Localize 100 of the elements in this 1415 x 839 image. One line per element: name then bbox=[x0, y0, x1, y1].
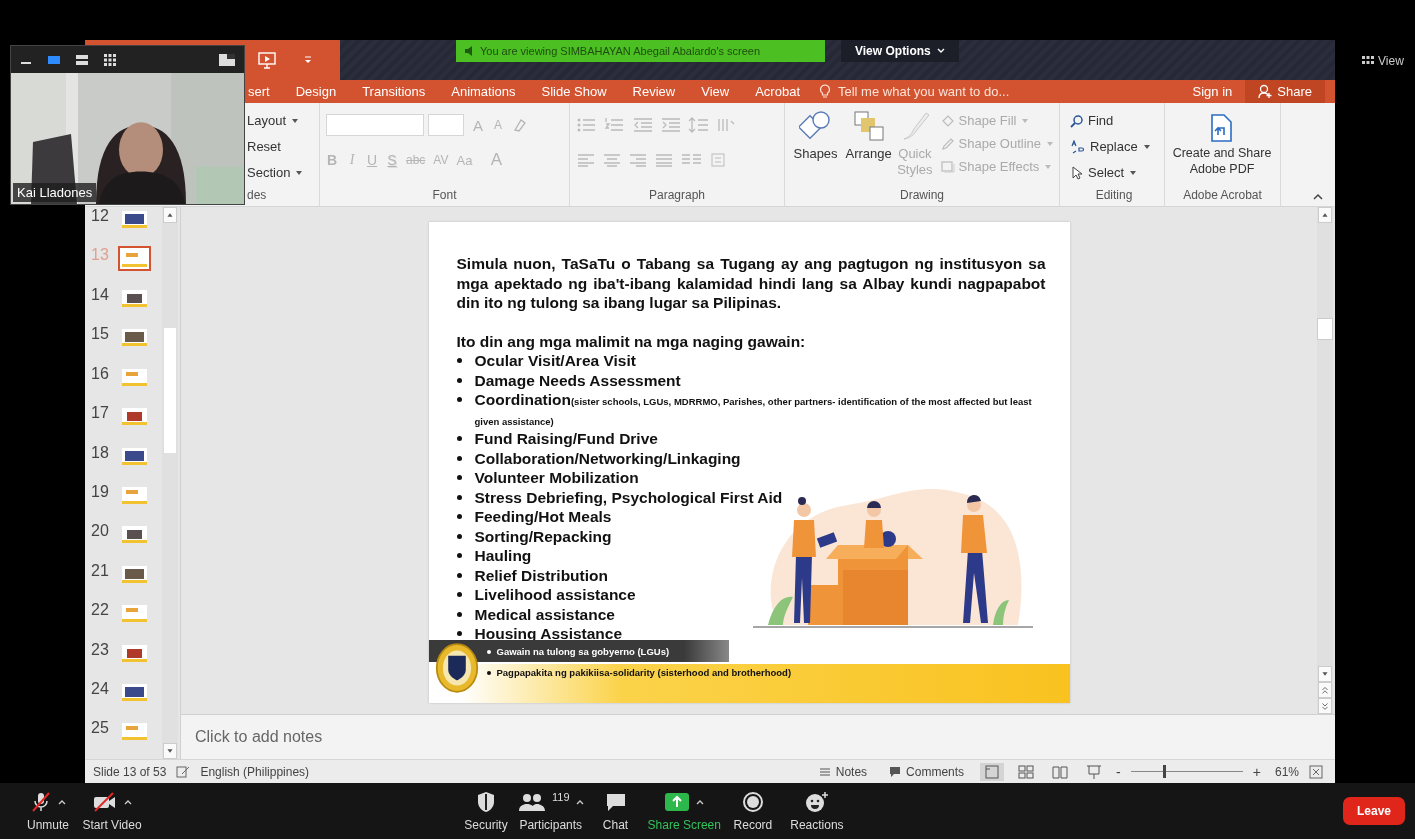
slide-thumbnail[interactable] bbox=[118, 246, 151, 272]
toolbar-button[interactable]: Start Video bbox=[80, 790, 144, 832]
scroll-thumb[interactable] bbox=[1317, 318, 1333, 340]
bullet-item: Relief Distribution bbox=[474, 565, 608, 585]
ribbon-tab[interactable]: Animations bbox=[438, 80, 529, 103]
ribbon-tab[interactable]: Acrobat bbox=[742, 80, 813, 103]
ribbon-tab[interactable]: Design bbox=[282, 80, 350, 103]
grid-view-icon bbox=[1362, 56, 1374, 66]
create-pdf-button[interactable]: Create and Share Adobe PDF bbox=[1165, 109, 1279, 188]
slideshow-icon[interactable] bbox=[257, 51, 277, 69]
ribbon-button[interactable]: Replace bbox=[1070, 135, 1158, 158]
caret-icon bbox=[296, 170, 303, 175]
sign-in-link[interactable]: Sign in bbox=[1179, 80, 1246, 103]
bullet-icon bbox=[456, 572, 462, 578]
strip-view-icon[interactable] bbox=[75, 52, 89, 67]
banner-text: You are viewing SIMBAHAYAN Abegail Abalardo's screen bbox=[480, 45, 761, 57]
bullet-icon bbox=[456, 436, 462, 441]
toolbar-button[interactable]: Reactions bbox=[784, 790, 849, 832]
scroll-up-icon[interactable] bbox=[163, 207, 177, 223]
comments-button[interactable]: Comments bbox=[883, 764, 971, 779]
chevron-down-icon bbox=[936, 48, 945, 54]
slide-number: 22 bbox=[91, 601, 110, 620]
ribbon-tab[interactable]: Review bbox=[619, 80, 689, 103]
bullet-item: Feeding/Hot Meals bbox=[474, 507, 612, 527]
bullet-icon bbox=[456, 533, 462, 539]
group-label: Editing bbox=[1094, 188, 1134, 204]
ribbon-tab[interactable]: Slide Show bbox=[528, 80, 620, 103]
pdf-share-icon bbox=[1209, 113, 1235, 143]
share-button[interactable]: Share bbox=[1245, 80, 1325, 103]
toolbar-button[interactable]: Chat bbox=[583, 790, 648, 832]
bullet-icon bbox=[456, 358, 462, 363]
scrollbar[interactable] bbox=[1317, 207, 1333, 714]
tell-me-field[interactable]: Tell me what you want to do... bbox=[836, 83, 1140, 100]
speaker-icon bbox=[464, 46, 474, 56]
ribbon-button[interactable]: Arrange bbox=[844, 109, 894, 188]
notes-field[interactable]: Click to add notes bbox=[193, 727, 497, 747]
slide-paragraph: Simula nuon, TaSaTu o Tabang sa Tugang ay ang pagtugon ng institusyon sa mga apektado ng iba't-ibang kalamidad hindi lang sa Albay kundi nagpapabot din ito ng tulong sa ibang lugar sa Pilipinas. bbox=[456, 254, 1046, 313]
language-label[interactable]: English (Philippines) bbox=[200, 764, 310, 779]
pop-out-icon[interactable] bbox=[218, 52, 236, 67]
ribbon-tab[interactable]: View bbox=[688, 80, 743, 103]
lightbulb-icon bbox=[819, 84, 831, 99]
notes-button[interactable]: Notes bbox=[812, 764, 874, 779]
zoom-in-button[interactable]: + bbox=[1252, 763, 1261, 780]
view-options-button[interactable]: View Options bbox=[841, 40, 959, 62]
bullet-icon bbox=[456, 397, 462, 402]
chat-bubble-icon bbox=[604, 792, 627, 812]
toolbar-button[interactable]: Security bbox=[454, 790, 518, 832]
search-icon bbox=[1070, 113, 1084, 128]
leave-button[interactable]: Leave bbox=[1342, 797, 1405, 825]
bullet-item: Collaboration/Networking/Linkaging bbox=[474, 448, 741, 468]
ribbon-button[interactable]: Find bbox=[1070, 109, 1158, 132]
caret-up-icon bbox=[575, 799, 584, 805]
next-slide-icon[interactable] bbox=[1318, 698, 1332, 714]
spelling-check-icon[interactable] bbox=[176, 765, 191, 778]
person-icon bbox=[1258, 84, 1274, 99]
caret-icon bbox=[1130, 170, 1137, 175]
toolbar-button[interactable]: Record bbox=[720, 790, 785, 832]
normal-view-icon[interactable] bbox=[980, 762, 1005, 781]
bullet-icon bbox=[456, 631, 462, 636]
zoom-out-button[interactable]: - bbox=[1116, 763, 1121, 780]
scroll-up-icon[interactable] bbox=[1318, 207, 1332, 223]
ribbon-tab[interactable]: sert bbox=[245, 80, 283, 103]
grid-view-icon[interactable] bbox=[103, 52, 117, 67]
ribbon-button[interactable]: Layout bbox=[247, 109, 313, 132]
bullet-icon bbox=[456, 377, 462, 383]
scroll-down-icon[interactable] bbox=[163, 743, 177, 759]
ribbon-button[interactable]: Reset bbox=[247, 135, 313, 158]
previous-slide-icon[interactable] bbox=[1318, 682, 1332, 698]
ribbon-button[interactable]: Shapes bbox=[791, 109, 841, 188]
bullet-item: Fund Raising/Fund Drive bbox=[474, 429, 658, 449]
customize-menu-icon[interactable] bbox=[303, 55, 313, 65]
people-icon bbox=[518, 792, 546, 812]
slide-counter: Slide 13 of 53 bbox=[93, 764, 167, 779]
shield-icon bbox=[476, 791, 496, 813]
scrollbar[interactable] bbox=[162, 207, 178, 759]
slide-number: 14 bbox=[91, 285, 110, 304]
bullet-item: Damage Needs Assessment bbox=[474, 370, 681, 390]
effects-icon bbox=[940, 159, 955, 174]
cursor-icon bbox=[1070, 165, 1084, 180]
ribbon-tab[interactable]: Transitions bbox=[349, 80, 439, 103]
bullet-item: Pagpapakita ng pakikiisa-solidarity (sisterhood and brotherhood) bbox=[496, 666, 792, 679]
bullet-icon bbox=[486, 670, 491, 675]
school-seal-icon bbox=[434, 642, 479, 694]
slide-number: 15 bbox=[91, 325, 110, 344]
scroll-thumb[interactable] bbox=[164, 328, 176, 453]
fit-slide-icon[interactable] bbox=[1309, 764, 1323, 779]
bullet-item: Sorting/Repacking bbox=[474, 526, 612, 546]
bullet-item: Gawain na tulong sa gobyerno (LGUs) bbox=[496, 645, 670, 658]
scroll-down-icon[interactable] bbox=[1318, 666, 1332, 682]
toolbar-button[interactable]: Share Screen bbox=[647, 790, 721, 832]
bullet-item: Livelihood assistance bbox=[474, 585, 636, 605]
muted-microphone-icon bbox=[30, 791, 52, 813]
zoom-level[interactable]: 61% bbox=[1274, 764, 1299, 779]
slide-number: 19 bbox=[91, 482, 110, 501]
ribbon-button[interactable]: Section bbox=[247, 161, 313, 184]
toolbar-button[interactable]: Unmute bbox=[16, 790, 80, 832]
collapse-ribbon-icon[interactable] bbox=[1313, 193, 1323, 200]
ribbon-button[interactable]: Select bbox=[1070, 161, 1158, 184]
view-button[interactable]: View bbox=[1362, 54, 1404, 68]
toolbar-button[interactable]: 119 Participants bbox=[518, 790, 584, 832]
